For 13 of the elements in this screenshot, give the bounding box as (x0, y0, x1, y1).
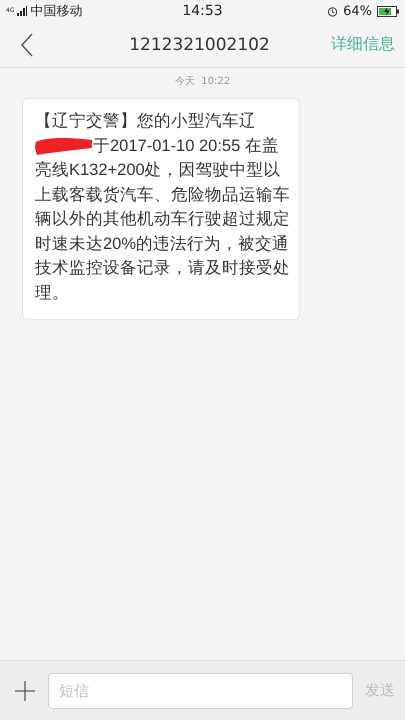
clock-time: 14:53 (182, 3, 223, 19)
back-icon[interactable] (20, 32, 34, 56)
alarm-icon (327, 6, 338, 16)
battery-percent: 64% (343, 4, 372, 18)
message-timestamp: 今天 10:22 (174, 75, 230, 88)
details-link[interactable]: 详细信息 (331, 34, 395, 55)
add-attachment-button[interactable] (14, 680, 36, 702)
carrier-name: 中国移动 (30, 3, 82, 20)
signal-icon (17, 6, 28, 16)
battery-charging-icon (377, 6, 400, 16)
message-input[interactable]: 短信 (48, 672, 353, 708)
contact-number: 1212321002102 (128, 34, 271, 54)
message-bubble: 【辽宁交警】您的小型汽车辽 于2017-01-10 20:55 在盖亮线K132+200处，因驾驶中型以上载客载货汽车、危险物品运输车辆以外的其他机动车行驶超过规定时速未达20%的违法行为，被交通技术监控设备记录，请及时接受处理。 (22, 98, 300, 320)
